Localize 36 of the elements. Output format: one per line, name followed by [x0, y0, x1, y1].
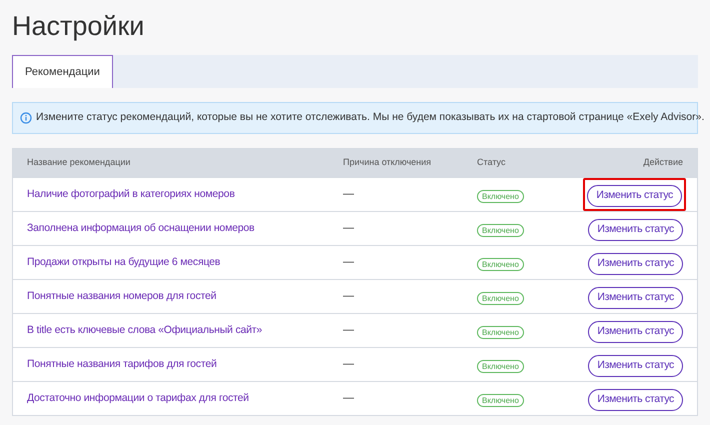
change-status-button[interactable]: Изменить статус — [588, 320, 683, 343]
status-tag: Включено — [477, 326, 524, 338]
column-header: Статус — [477, 156, 506, 170]
recommendation-name: В title есть ключевые слова «Официальный сайт» — [27, 322, 264, 338]
table-cell-text: — — [343, 357, 355, 372]
table-cell-text: — — [343, 391, 355, 406]
status-tag: Включено — [477, 292, 524, 304]
change-status-button[interactable]: Изменить статус — [588, 286, 683, 309]
status-tag: Включено — [477, 394, 524, 406]
change-status-button[interactable]: Изменить статус — [588, 354, 683, 377]
status-tag: Включено — [477, 360, 524, 372]
info-text: Измените статус рекомендаций, которые вы не хотите отслеживать. Мы не будем показывать их на стартовой странице «Exely Advisor». — [36, 110, 704, 126]
change-status-button[interactable]: Изменить статус — [587, 184, 682, 207]
info-icon — [20, 112, 32, 124]
change-status-button[interactable]: Изменить статус — [588, 218, 683, 241]
change-status-button[interactable]: Изменить статус — [588, 252, 683, 275]
status-tag: Включено — [477, 190, 524, 202]
table-cell-text: — — [343, 255, 355, 270]
status-tag: Включено — [477, 258, 524, 270]
table-cell-text: — — [343, 187, 355, 202]
table-cell-text: — — [343, 289, 355, 304]
recommendation-name: Продажи открыты на будущие 6 месяцев — [27, 254, 222, 270]
recommendation-name: Наличие фотографий в категориях номеров — [27, 186, 236, 202]
change-status-button[interactable]: Изменить статус — [588, 388, 683, 411]
recommendation-name: Понятные названия номеров для гостей — [27, 288, 218, 304]
column-header: Причина отключения — [343, 156, 432, 170]
column-header: Действие — [642, 156, 683, 170]
page-title: Настройки — [12, 10, 144, 43]
status-tag: Включено — [477, 224, 524, 236]
recommendation-name: Понятные названия тарифов для гостей — [27, 356, 218, 372]
table-cell-text: — — [343, 221, 355, 236]
tab[interactable]: Рекомендации — [12, 55, 113, 88]
table-cell-text: — — [343, 323, 355, 338]
recommendation-name: Достаточно информации о тарифах для гостей — [27, 390, 250, 406]
column-header: Название рекомендации — [27, 156, 132, 170]
recommendation-name: Заполнена информация об оснащении номеров — [27, 220, 256, 236]
